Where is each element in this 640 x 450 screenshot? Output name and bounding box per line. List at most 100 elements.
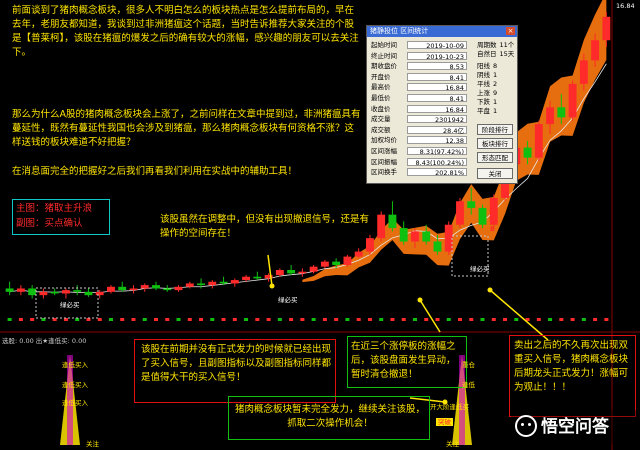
interval-stats-dialog[interactable]: 猪静投位 区间统计 × 起始时间 2019-10-09 终止时间 2019-10-23… (366, 25, 518, 184)
signal-dash (176, 318, 181, 321)
side-stat: 阳线 8 (477, 62, 515, 70)
signal-dash (593, 318, 598, 321)
signal-dash (300, 318, 305, 321)
candle-body (478, 207, 487, 225)
signal-dash (30, 318, 35, 321)
signal-dash (187, 318, 192, 321)
stage-rank-button[interactable]: 阶段排行 (477, 124, 513, 135)
signal-dash (18, 318, 23, 321)
candle-body (591, 40, 600, 61)
stat-value: 8.41 (407, 94, 467, 103)
signal-dash (435, 318, 440, 321)
signal-dash (491, 318, 496, 321)
limitup-note: 在近三个涨停板的涨幅之后，该股盘面发生异动，暂时清仓撤退！ (351, 341, 456, 380)
side-stat: 平线 2 (477, 80, 515, 88)
price-top-label: 16.84 (616, 2, 635, 10)
side-stat-value: 11个 (499, 41, 515, 49)
stat-label: 收盘价 (371, 104, 391, 113)
signal-dash (277, 318, 282, 321)
side-stat: 上涨 9 (477, 89, 515, 97)
side-stat: 阴线 1 (477, 71, 515, 79)
b-mark: B (490, 225, 495, 233)
candle-body (61, 290, 70, 294)
signal-dash (570, 318, 575, 321)
side-stat: 平盘 1 (477, 107, 515, 115)
candle-body (5, 288, 14, 292)
candle-body (118, 286, 127, 291)
stat-value: 8.53 (407, 62, 467, 71)
close-icon[interactable]: × (506, 27, 515, 35)
side-stat: 周期数 11个 (477, 41, 515, 49)
dialog-close-button[interactable]: 关闭 (477, 168, 513, 179)
candle-body (332, 261, 341, 265)
candle-body (388, 214, 397, 229)
signal-dash (221, 318, 226, 321)
follow-note-box: 猪肉概念板块暂未完全发力，继续关注该股，抓取二次操作机会！ (228, 396, 430, 440)
side-stat-label: 周期数 (477, 41, 497, 49)
signal-dash (154, 318, 158, 321)
signal-dash (559, 318, 564, 321)
stat-label: 开盘价 (371, 72, 391, 81)
dialog-title: 猪静投位 区间统计 (370, 27, 429, 35)
sub-tag-i: 逢低 (462, 381, 475, 389)
side-stat-value: 9 (493, 89, 498, 97)
signal-dash (345, 318, 350, 321)
candle-body (422, 231, 431, 242)
pattern-match-button[interactable]: 形态匹配 (477, 152, 513, 163)
signal-dash (367, 318, 372, 321)
side-stat-label: 平线 (477, 80, 490, 88)
stat-value: 16.84 (407, 83, 467, 92)
signal-dash (503, 318, 508, 321)
candle-body (579, 60, 588, 84)
signal-dash (424, 318, 429, 321)
stat-label: 成交额 (371, 125, 391, 134)
signal-dash (199, 318, 204, 321)
candle-body (197, 283, 205, 286)
legend-box: 主图：猪取主升浪 副图：买点确认 (12, 199, 110, 235)
dialog-titlebar[interactable]: 猪静投位 区间统计 × (367, 26, 517, 37)
signal-dash (266, 318, 271, 321)
sector-rank-button[interactable]: 板块排行 (477, 138, 513, 149)
signal-dash (334, 318, 339, 321)
signal-dash (120, 318, 125, 321)
side-stat-value: 15天 (499, 50, 515, 58)
limitup-note-box: 在近三个涨停板的涨幅之后，该股盘面发生异动，暂时清仓撤退！ (347, 336, 467, 388)
stat-label: 区间涨幅 (371, 147, 397, 155)
candle-body (354, 251, 363, 257)
signal-dash (108, 318, 113, 321)
legend-sub: 副图：买点确认 (16, 218, 83, 229)
stat-value[interactable]: 2019-10-23 (407, 51, 467, 61)
sub-tag-e: 关注 (446, 440, 459, 448)
candle-body (523, 147, 532, 158)
stat-value: 28.4亿 (407, 125, 467, 135)
side-stat-label: 上涨 (477, 89, 490, 97)
candle-body (546, 107, 555, 125)
candle-body (174, 286, 183, 291)
candle-body (219, 281, 228, 284)
limitup-arrow (419, 299, 441, 333)
stat-value[interactable]: 2019-10-09 (407, 41, 467, 50)
candle-body (163, 288, 172, 291)
candle-body (253, 276, 262, 279)
side-stat-label: 平盘 (477, 107, 490, 115)
candle-body (95, 291, 104, 296)
signal-dash (514, 318, 519, 321)
stat-label: 起始时间 (371, 41, 397, 49)
signal-dash (548, 318, 553, 321)
candle-body (275, 270, 284, 276)
stat-row: 最低价 8.41 (371, 94, 471, 103)
candle-body (433, 241, 442, 252)
side-stat-value: 8 (493, 62, 498, 70)
buy-mark-left: 绿必买 (60, 301, 80, 309)
side-stat-value: 1 (493, 98, 498, 106)
tools-note: 在消息面完全的把握好之后我们再看我们利用在实战中的辅助工具！ (12, 166, 298, 177)
question-note: 那么为什么A股的猪肉概念板块会上涨了，之前问样在文章中提到过，非洲猪瘟具有蔓延性… (12, 109, 361, 148)
watermark-text: 悟空问答 (541, 417, 609, 437)
stat-row: 最高价 16.84 (371, 83, 471, 92)
signal-dash (536, 318, 541, 321)
candle-body (230, 280, 239, 284)
side-stat-label: 阴线 (477, 71, 490, 79)
candle-body (84, 291, 93, 296)
stat-label: 期收盘价 (371, 62, 397, 71)
stat-row: 成交量 2301942 (371, 115, 471, 124)
